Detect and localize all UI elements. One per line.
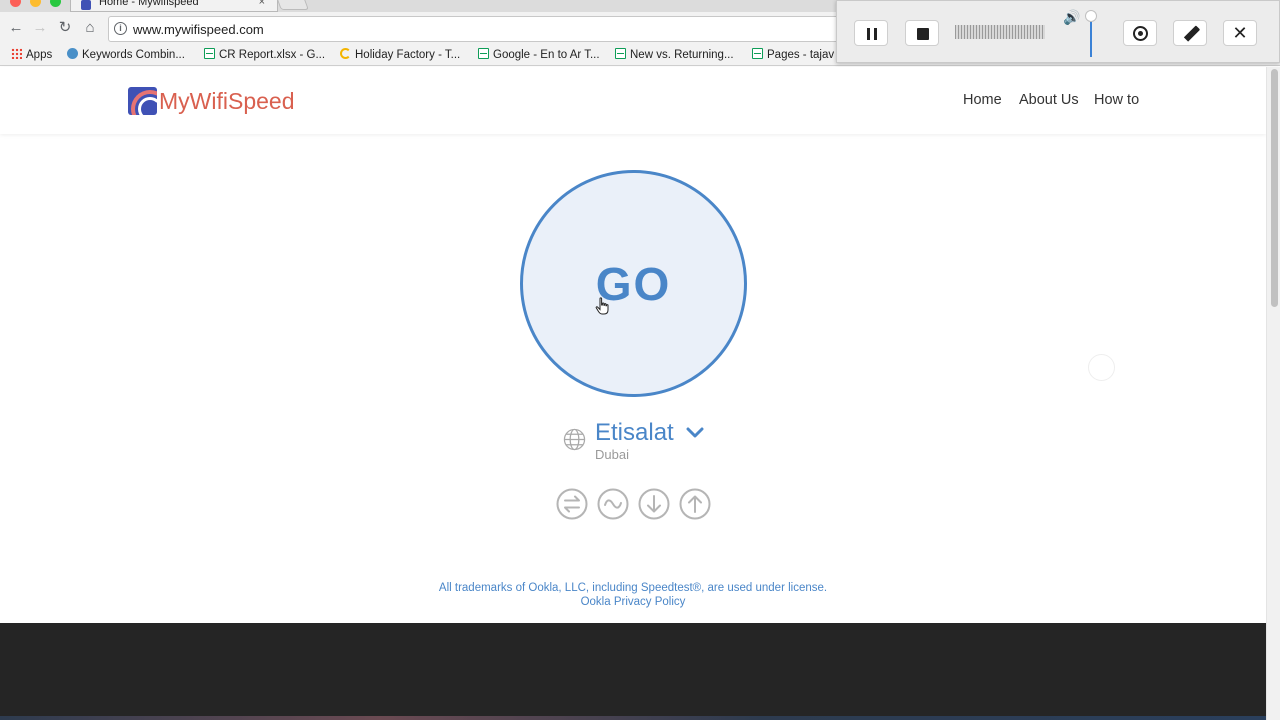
bookmark-label: Apps bbox=[26, 49, 53, 61]
reload-icon[interactable]: ↻ bbox=[56, 18, 74, 38]
privacy-policy-link[interactable]: Ookla Privacy Policy bbox=[581, 596, 686, 608]
nav-about-us[interactable]: About Us bbox=[1019, 92, 1079, 108]
go-label: GO bbox=[595, 258, 672, 310]
isp-name[interactable]: Etisalat bbox=[595, 419, 674, 447]
webcam-button[interactable] bbox=[1123, 20, 1157, 46]
jitter-icon bbox=[597, 488, 629, 520]
sheets-icon bbox=[615, 48, 626, 59]
bookmark-new-vs-returning[interactable]: New vs. Returning... bbox=[615, 47, 734, 63]
page-scrollbar[interactable] bbox=[1266, 67, 1280, 720]
globe-icon bbox=[563, 428, 586, 451]
pause-icon bbox=[867, 28, 877, 40]
go-button[interactable]: GO bbox=[520, 170, 747, 397]
moon-favicon-icon bbox=[340, 48, 351, 59]
bookmark-label: Keywords Combin... bbox=[82, 49, 185, 61]
upload-arrow-icon bbox=[679, 488, 711, 520]
webcam-icon bbox=[1133, 26, 1148, 41]
nav-how-to[interactable]: How to bbox=[1094, 92, 1139, 108]
nav-home[interactable]: Home bbox=[963, 92, 1002, 108]
chevron-down-icon[interactable] bbox=[686, 426, 704, 440]
site-header: MyWifiSpeed Home About Us How to bbox=[0, 67, 1266, 134]
sheets-icon bbox=[478, 48, 489, 59]
window-zoom-dot[interactable] bbox=[50, 0, 61, 7]
forward-arrow-icon[interactable]: → bbox=[31, 18, 49, 38]
tab-close-icon[interactable]: × bbox=[259, 0, 265, 8]
bookmark-pages[interactable]: Pages - tajav bbox=[752, 47, 834, 63]
site-favicon-icon bbox=[81, 0, 91, 10]
pause-button[interactable] bbox=[854, 20, 888, 46]
browser-tab-active[interactable]: Home - Mywifispeed × bbox=[70, 0, 278, 12]
trademark-text: All trademarks of Ookla, LLC, including … bbox=[438, 582, 828, 594]
site-footer bbox=[0, 623, 1266, 720]
wifi-logo-icon bbox=[128, 87, 157, 115]
bookmark-label: Pages - tajav bbox=[767, 49, 835, 61]
apps-grid-icon bbox=[11, 48, 22, 59]
stop-button[interactable] bbox=[905, 20, 939, 46]
home-icon[interactable]: ⌂ bbox=[81, 18, 99, 38]
audio-level-meter bbox=[955, 25, 1045, 39]
close-icon: ✕ bbox=[1232, 23, 1248, 43]
bookmark-holiday-factory[interactable]: Holiday Factory - T... bbox=[340, 47, 460, 63]
site-info-icon[interactable]: i bbox=[114, 22, 127, 35]
sheets-icon bbox=[204, 48, 215, 59]
address-bar[interactable]: i www.mywifispeed.com bbox=[108, 16, 848, 42]
download-arrow-icon bbox=[638, 488, 670, 520]
bookmark-label: Holiday Factory - T... bbox=[355, 49, 461, 61]
bookmark-label: Google - En to Ar T... bbox=[493, 49, 600, 61]
screen-recorder-panel: 🔊 ✕ bbox=[836, 0, 1280, 63]
logo-text: MyWifiSpeed bbox=[159, 88, 295, 114]
bookmark-label: CR Report.xlsx - G... bbox=[219, 49, 326, 61]
window-close-dot[interactable] bbox=[10, 0, 21, 7]
isp-city: Dubai bbox=[595, 447, 629, 462]
window-minimize-dot[interactable] bbox=[30, 0, 41, 7]
ping-icon bbox=[556, 488, 588, 520]
license-notice: All trademarks of Ookla, LLC, including … bbox=[0, 581, 1266, 609]
close-recorder-button[interactable]: ✕ bbox=[1223, 20, 1257, 46]
stop-icon bbox=[917, 28, 929, 40]
bookmark-keywords[interactable]: Keywords Combin... bbox=[67, 47, 185, 63]
back-arrow-icon[interactable]: ← bbox=[7, 18, 25, 38]
scrollbar-thumb[interactable] bbox=[1271, 69, 1278, 307]
hand-cursor-icon bbox=[595, 297, 609, 315]
bookmark-cr-report[interactable]: CR Report.xlsx - G... bbox=[204, 47, 325, 63]
bookmark-apps[interactable]: Apps bbox=[11, 47, 52, 63]
speaker-icon: 🔊 bbox=[1063, 9, 1081, 25]
bookmark-google-translate[interactable]: Google - En to Ar T... bbox=[478, 47, 600, 63]
loading-indicator bbox=[1088, 354, 1115, 381]
address-url: www.mywifispeed.com bbox=[133, 22, 264, 37]
pencil-icon bbox=[1183, 25, 1201, 42]
volume-slider-knob[interactable] bbox=[1085, 10, 1097, 22]
tab-title: Home - Mywifispeed bbox=[99, 0, 199, 8]
new-tab-button[interactable] bbox=[275, 0, 309, 10]
sheets-icon bbox=[752, 48, 763, 59]
globe-favicon-icon bbox=[67, 48, 78, 59]
annotate-button[interactable] bbox=[1173, 20, 1207, 46]
bookmark-label: New vs. Returning... bbox=[630, 49, 734, 61]
